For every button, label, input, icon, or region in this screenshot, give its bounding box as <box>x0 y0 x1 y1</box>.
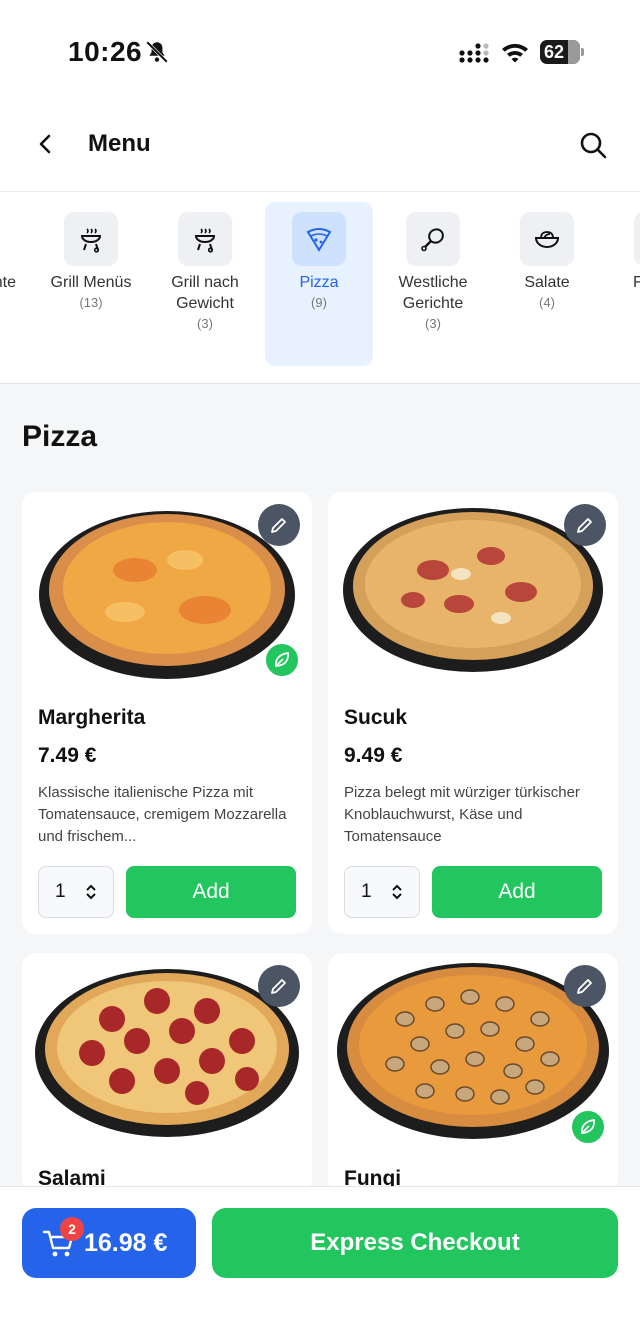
product-image[interactable] <box>22 953 312 1149</box>
quantity-select[interactable]: 1 <box>38 866 114 918</box>
pizza-slice-icon <box>292 212 346 266</box>
product-card: Fungi <box>328 953 618 1193</box>
chevron-up-down-icon <box>392 884 402 900</box>
category-icon <box>634 212 640 266</box>
status-time: 10:26 <box>68 36 143 67</box>
category-tabs: ichte Grill Menüs (13) Grill nach Gewich… <box>0 192 640 384</box>
quantity-value: 1 <box>361 881 372 902</box>
category-tab-grill-nach-gewicht[interactable]: Grill nach Gewicht (3) <box>151 202 259 366</box>
product-description: Klassische italienische Pizza mit Tomate… <box>38 784 287 845</box>
product-name: Margherita <box>38 706 146 729</box>
pencil-icon <box>271 518 286 533</box>
page-title: Menu <box>88 130 151 157</box>
drumstick-icon <box>406 212 460 266</box>
status-bar: 10:26 62 <box>0 0 640 100</box>
category-tab-westliche-gerichte[interactable]: Westliche Gerichte (3) <box>379 202 487 366</box>
grill-icon <box>178 212 232 266</box>
category-tab-grill-menus[interactable]: Grill Menüs (13) <box>37 202 145 366</box>
top-app-bar: Menu <box>0 100 640 192</box>
add-to-cart-button[interactable]: Add <box>126 866 296 918</box>
chevron-up-down-icon <box>86 884 96 900</box>
edit-button[interactable] <box>564 965 606 1007</box>
edit-button[interactable] <box>258 504 300 546</box>
pencil-icon <box>271 979 286 994</box>
category-tab-next[interactable]: F <box>607 202 640 366</box>
product-image[interactable] <box>328 953 618 1149</box>
edit-button[interactable] <box>564 504 606 546</box>
home-indicator-area <box>0 1299 640 1329</box>
bottom-checkout-bar: 2 16.98 € Express Checkout <box>0 1186 640 1299</box>
pencil-icon <box>577 518 592 533</box>
cellular-signal-icon <box>459 43 489 63</box>
search-icon[interactable] <box>578 130 608 160</box>
wifi-icon <box>502 43 528 63</box>
back-arrow-icon[interactable] <box>34 132 58 156</box>
add-to-cart-button[interactable]: Add <box>432 866 602 918</box>
leaf-icon <box>581 1118 595 1134</box>
product-image[interactable] <box>328 492 618 688</box>
product-card: Salami <box>22 953 312 1193</box>
salad-bowl-icon <box>520 212 574 266</box>
edit-button[interactable] <box>258 965 300 1007</box>
pencil-icon <box>577 979 592 994</box>
quantity-select[interactable]: 1 <box>344 866 420 918</box>
category-tab-gerichte[interactable]: ichte <box>0 202 22 366</box>
quantity-value: 1 <box>55 881 66 902</box>
product-description: Pizza belegt mit würziger türkischer Kno… <box>344 784 580 845</box>
product-price: 7.49 € <box>38 744 97 767</box>
product-name: Sucuk <box>344 706 408 729</box>
grill-icon <box>64 212 118 266</box>
product-image[interactable] <box>22 492 312 688</box>
product-price: 9.49 € <box>344 744 403 767</box>
leaf-icon <box>275 651 289 667</box>
cart-count-badge: 2 <box>60 1217 84 1241</box>
bell-muted-icon <box>146 41 168 63</box>
cart-total: 16.98 € <box>84 1228 168 1257</box>
category-tab-pizza[interactable]: Pizza (9) <box>265 202 373 366</box>
cart-button[interactable]: 2 16.98 € <box>22 1208 196 1278</box>
product-card: Margherita 7.49 € Klassische italienisch… <box>22 492 312 934</box>
vegetarian-badge <box>264 642 300 678</box>
express-checkout-button[interactable]: Express Checkout <box>212 1208 618 1278</box>
battery-indicator: 62 <box>540 40 584 64</box>
product-card: Sucuk 9.49 € Pizza belegt mit würziger t… <box>328 492 618 934</box>
section-title: Pizza <box>22 420 98 453</box>
category-tab-salate[interactable]: Salate (4) <box>493 202 601 366</box>
vegetarian-badge <box>570 1109 606 1145</box>
